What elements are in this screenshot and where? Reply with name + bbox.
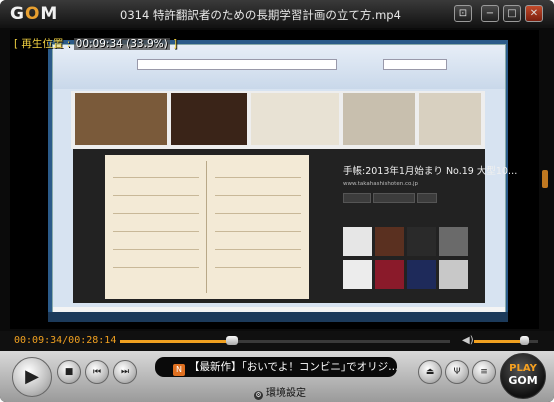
- osd-label: [ 再生位置 :: [14, 38, 71, 50]
- notebook-image: [105, 155, 309, 299]
- preview-source: www.takahashishoten.co.jp: [343, 181, 419, 187]
- osd-end: ]: [173, 38, 178, 50]
- logo-g: G: [10, 4, 25, 24]
- window-title: 0314 特許翻訳者のための長期学習計画の立て方.mp4: [120, 8, 401, 22]
- next-button[interactable]: ⏭: [113, 360, 137, 384]
- result-thumbnail: [251, 93, 339, 145]
- related-thumbnail: [375, 227, 404, 256]
- result-thumbnail: [171, 93, 247, 145]
- browser-address-bar: [137, 59, 337, 70]
- time-readout: 00:09:34/00:28:14: [14, 335, 117, 346]
- notebook-line: [113, 267, 199, 268]
- related-thumbnail: [343, 227, 372, 256]
- related-thumbnail: [407, 227, 436, 256]
- notebook-line: [215, 213, 301, 214]
- playgom-button[interactable]: PLAY GOM: [500, 353, 546, 399]
- volume-handle[interactable]: [519, 336, 529, 345]
- preferences-link[interactable]: ⚙ 環境設定: [254, 384, 306, 400]
- video-frame-browser: 手帳:2013年1月始まり No.19 大型10… www.takahashis…: [52, 44, 517, 322]
- title-bar[interactable]: GOM 0314 特許翻訳者のための長期学習計画の立て方.mp4 ⊡ − □ ✕: [0, 0, 554, 28]
- playlist-menu-button[interactable]: ≡: [472, 360, 496, 384]
- news-ticker[interactable]: N 【最新作】｢おいでよ！コンビニ｣でオリジ…: [155, 357, 397, 377]
- volume-slider[interactable]: [474, 336, 538, 345]
- compact-mode-button[interactable]: ⊡: [454, 5, 472, 22]
- browser-toolbar: [53, 45, 505, 89]
- notebook-line: [215, 195, 301, 196]
- seek-area: 00:09:34/00:28:14 ◀): [0, 331, 554, 351]
- subtitle-button[interactable]: Ψ: [445, 360, 469, 384]
- osd-playback-position: [ 再生位置 : 00:09:34 (33.9%) ]: [14, 36, 177, 51]
- logo-m: M: [40, 4, 59, 24]
- result-thumbnail: [419, 93, 481, 145]
- news-icon: N: [173, 364, 185, 376]
- volume-level: [474, 340, 524, 343]
- video-frame-desktop: 手帳:2013年1月始まり No.19 大型10… www.takahashis…: [48, 40, 517, 322]
- control-panel: ▶ ■ ⏮ ⏭ N 【最新作】｢おいでよ！コンビニ｣でオリジ… ⚙ 環境設定 ⏏ Ψ…: [0, 351, 554, 402]
- related-thumbnail: [343, 260, 372, 289]
- preview-button: [373, 193, 415, 203]
- seek-handle[interactable]: [225, 336, 238, 345]
- ticker-text: 【最新作】｢おいでよ！コンビニ｣でオリジ…: [189, 361, 397, 373]
- notebook-line: [215, 231, 301, 232]
- stop-button[interactable]: ■: [57, 360, 81, 384]
- related-thumbnail: [375, 260, 404, 289]
- osd-time: 00:09:34 (33.9%): [73, 38, 170, 50]
- notebook-line: [113, 249, 199, 250]
- preview-title: 手帳:2013年1月始まり No.19 大型10…: [343, 166, 518, 177]
- speaker-icon[interactable]: ◀): [462, 335, 474, 346]
- gom-logo[interactable]: GOM: [10, 4, 64, 24]
- previous-button[interactable]: ⏮: [85, 360, 109, 384]
- notebook-line: [113, 231, 199, 232]
- logo-o: O: [24, 4, 41, 24]
- gom-player-window: GOM 0314 特許翻訳者のための長期学習計画の立て方.mp4 ⊡ − □ ✕…: [0, 0, 554, 402]
- notebook-line: [113, 177, 199, 178]
- close-button[interactable]: ✕: [525, 5, 543, 22]
- eject-button[interactable]: ⏏: [418, 360, 442, 384]
- browser-search-box: [383, 59, 447, 70]
- playgom-gom-label: GOM: [508, 374, 538, 387]
- settings-gear-icon: ⚙: [254, 391, 263, 400]
- windows-taskbar: [48, 312, 508, 322]
- notebook-line: [113, 195, 199, 196]
- related-thumbnail: [407, 260, 436, 289]
- result-thumbnail: [75, 93, 167, 145]
- result-thumbnail: [343, 93, 415, 145]
- video-area[interactable]: 手帳:2013年1月始まり No.19 大型10… www.takahashis…: [10, 30, 548, 329]
- notebook-line: [113, 213, 199, 214]
- preferences-label: 環境設定: [266, 388, 306, 399]
- notebook-line: [215, 249, 301, 250]
- preview-button: [343, 193, 371, 203]
- seek-progress: [120, 340, 232, 343]
- seek-bar[interactable]: [120, 336, 450, 345]
- notebook-spine: [206, 161, 207, 293]
- maximize-button[interactable]: □: [503, 5, 521, 22]
- related-images: [343, 227, 468, 291]
- image-results-row: [71, 91, 485, 149]
- related-thumbnail: [439, 227, 468, 256]
- related-thumbnail: [439, 260, 468, 289]
- image-preview-panel: 手帳:2013年1月始まり No.19 大型10… www.takahashis…: [73, 149, 517, 303]
- preview-button: [417, 193, 437, 203]
- notebook-line: [215, 177, 301, 178]
- minimize-button[interactable]: −: [481, 5, 499, 22]
- side-panel-handle[interactable]: [542, 170, 548, 188]
- play-button[interactable]: ▶: [12, 357, 52, 397]
- notebook-line: [215, 267, 301, 268]
